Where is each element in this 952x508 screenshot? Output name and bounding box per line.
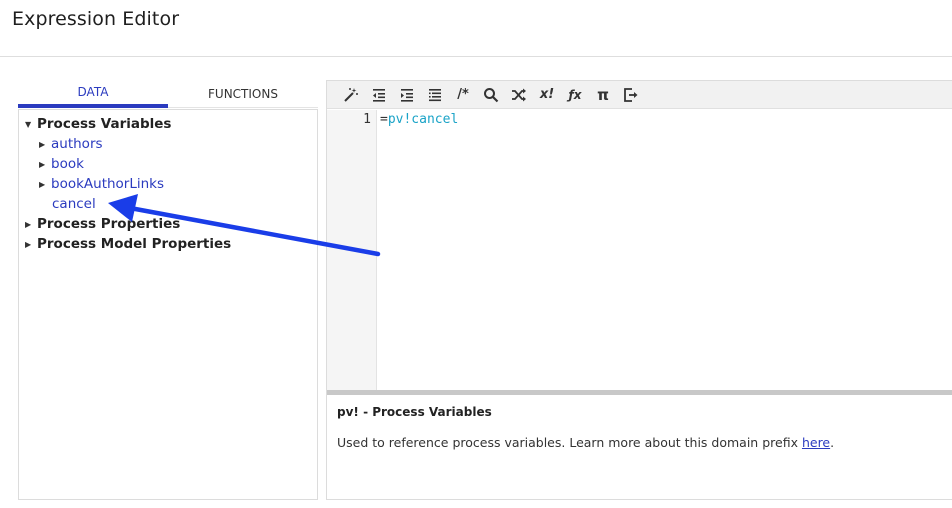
- tree-node-label: authors: [51, 136, 103, 152]
- tree-node-label: bookAuthorLinks: [51, 176, 165, 192]
- editor-toolbar: /* x! ƒx π: [327, 81, 952, 109]
- caret-right-icon[interactable]: ▶: [39, 140, 51, 149]
- caret-right-icon[interactable]: ▶: [39, 160, 51, 169]
- caret-right-icon[interactable]: ▶: [25, 240, 37, 249]
- search-icon[interactable]: [477, 81, 505, 109]
- tree-node-label: cancel: [52, 196, 96, 212]
- help-description: Used to reference process variables. Lea…: [337, 435, 802, 450]
- line-number-gutter: 1: [327, 110, 377, 390]
- line-number: 1: [363, 112, 371, 127]
- tree-node-authors[interactable]: ▶ authors: [39, 134, 103, 154]
- magic-wand-icon[interactable]: [337, 81, 365, 109]
- format-lines-icon[interactable]: [421, 81, 449, 109]
- page-title: Expression Editor: [12, 8, 180, 30]
- outdent-icon[interactable]: [365, 81, 393, 109]
- help-suffix: .: [830, 435, 835, 450]
- caret-right-icon[interactable]: ▶: [25, 220, 37, 229]
- caret-down-icon[interactable]: ▼: [25, 120, 37, 129]
- tab-data[interactable]: DATA: [18, 80, 168, 108]
- tree-node-book-author-links[interactable]: ▶ bookAuthorLinks: [39, 174, 164, 194]
- code-token: pv!cancel: [387, 112, 459, 127]
- tree-node-label: Process Model Properties: [37, 236, 232, 252]
- expression-editor: /* x! ƒx π 1 =pv!cancel pv! - Process Va…: [326, 80, 952, 500]
- tree-node-label: Process Variables: [37, 116, 172, 132]
- tree-node-label: Process Properties: [37, 216, 181, 232]
- exit-icon[interactable]: [617, 81, 645, 109]
- pi-button[interactable]: π: [589, 81, 617, 109]
- data-tree-panel: ▼ Process Variables ▶ authors ▶ book ▶ b…: [18, 109, 318, 500]
- help-text: Used to reference process variables. Lea…: [337, 435, 943, 450]
- factorial-button[interactable]: x!: [533, 81, 561, 109]
- function-button[interactable]: ƒx: [561, 81, 589, 109]
- tree-node-cancel[interactable]: cancel: [52, 194, 96, 214]
- data-functions-tabs: DATA FUNCTIONS: [18, 80, 318, 108]
- header-divider: [0, 56, 952, 57]
- shuffle-icon[interactable]: [505, 81, 533, 109]
- tree-node-process-model-properties[interactable]: ▶ Process Model Properties: [25, 234, 231, 254]
- tab-functions[interactable]: FUNCTIONS: [168, 80, 318, 108]
- tree-node-process-variables[interactable]: ▼ Process Variables: [25, 114, 171, 134]
- indent-icon[interactable]: [393, 81, 421, 109]
- tree-node-process-properties[interactable]: ▶ Process Properties: [25, 214, 180, 234]
- tree-node-label: book: [51, 156, 84, 172]
- help-title: pv! - Process Variables: [337, 405, 492, 419]
- help-link[interactable]: here: [802, 435, 830, 450]
- tree-node-book[interactable]: ▶ book: [39, 154, 84, 174]
- code-line[interactable]: =pv!cancel: [380, 112, 458, 127]
- comment-button[interactable]: /*: [449, 81, 477, 109]
- caret-right-icon[interactable]: ▶: [39, 180, 51, 189]
- code-operator: =: [380, 112, 388, 127]
- help-panel: pv! - Process Variables Used to referenc…: [327, 395, 952, 501]
